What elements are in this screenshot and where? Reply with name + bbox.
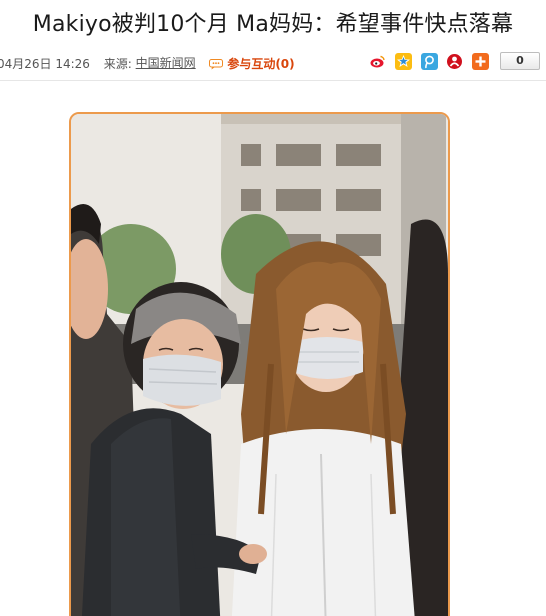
qzone-icon[interactable] bbox=[394, 52, 412, 70]
more-share-icon[interactable] bbox=[472, 52, 490, 70]
tencent-weibo-icon[interactable] bbox=[420, 52, 438, 70]
article-meta-bar: 04月26日 14:26 来源: 中国新闻网 参与互动(0) 0 bbox=[0, 52, 546, 72]
article-page: Makiyo被判10个月 Ma妈妈：希望事件快点落幕 04月26日 14:26 … bbox=[0, 0, 546, 616]
article-meta: 04月26日 14:26 来源: 中国新闻网 参与互动(0) bbox=[0, 54, 295, 72]
renren-icon[interactable] bbox=[446, 52, 464, 70]
article-photo bbox=[69, 112, 450, 616]
news-photo bbox=[71, 114, 448, 616]
share-toolbar: 0 bbox=[368, 52, 540, 72]
article-headline: Makiyo被判10个月 Ma妈妈：希望事件快点落幕 bbox=[32, 12, 514, 37]
source-label: 来源: bbox=[103, 57, 132, 71]
share-count: 0 bbox=[500, 52, 540, 70]
comment-link[interactable]: 参与互动(0) bbox=[227, 57, 294, 71]
source-link[interactable]: 中国新闻网 bbox=[136, 56, 196, 70]
meta-divider bbox=[0, 80, 546, 81]
comment-bubble-icon bbox=[209, 59, 224, 70]
comment-link-wrap[interactable]: 参与互动(0) bbox=[209, 55, 295, 72]
weibo-icon[interactable] bbox=[368, 52, 386, 70]
publish-date: 04月26日 14:26 bbox=[0, 57, 90, 71]
